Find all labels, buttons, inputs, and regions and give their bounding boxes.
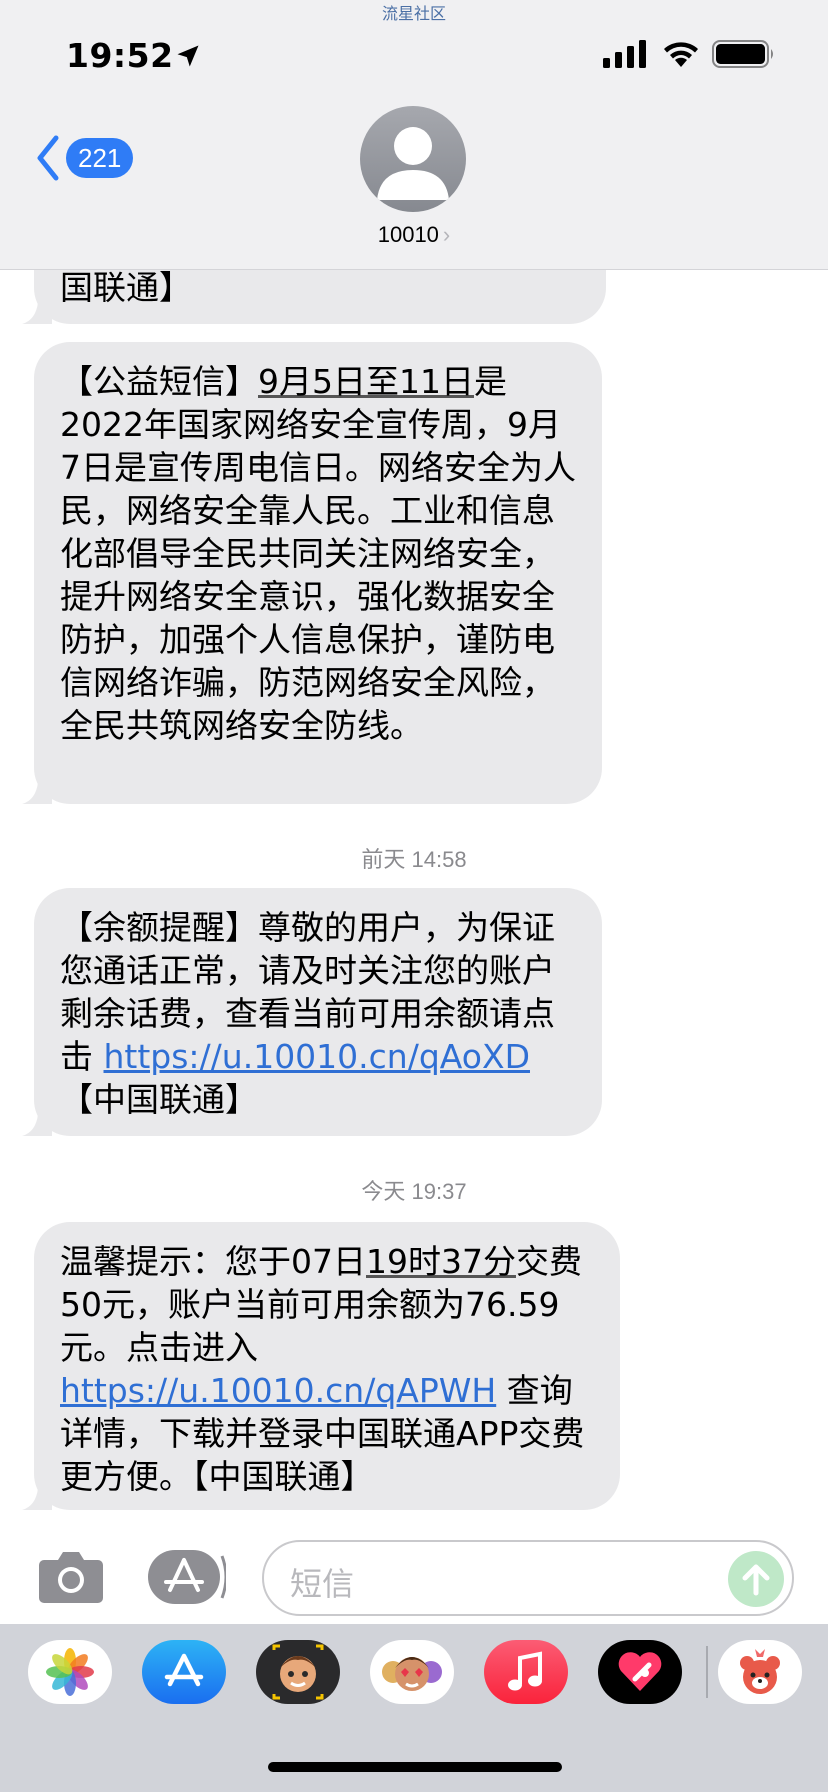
time-detected-text[interactable]: 19时37分 [366,1242,516,1281]
status-time: 19:52 [66,36,174,75]
contact-avatar[interactable] [360,106,466,212]
unread-count-badge: 221 [66,138,134,178]
message-timestamp: 前天 14:58 [361,847,467,872]
contact-name-button[interactable]: 10010 › [0,222,828,248]
cellular-signal-icon [603,40,646,68]
message-input[interactable]: 短信 [262,1540,794,1616]
wifi-icon [664,42,698,67]
chevron-left-icon [37,135,59,181]
conversation-header: 19:52 221 10010 › [0,0,828,270]
bubble-tail [22,1106,52,1136]
message-bubble[interactable]: 【公益短信】9月5日至11日是2022年国家网络安全宣传周，9月7日是宣传周电信… [22,342,602,804]
memoji-icon[interactable] [256,1640,340,1704]
message-bubble[interactable]: 温馨提示：您于07日19时37分交费50元，账户当前可用余额为76.59元。点击… [22,1222,620,1510]
watermark-text: 流星社区 [381,4,446,23]
person-silhouette-icon [377,127,449,200]
camera-icon[interactable] [38,1550,104,1604]
bubble-tail [22,1480,52,1510]
photos-icon[interactable] [28,1640,112,1704]
message-link[interactable]: https://u.10010.cn/qAoXD [104,1037,531,1076]
message-text: 国联通】 [60,268,192,307]
bear-sticker-icon[interactable] [718,1640,802,1704]
digital-touch-icon[interactable] [598,1640,682,1704]
bubble-tail [22,294,52,324]
arrow-up-icon [742,1564,770,1596]
app-store-icon[interactable] [142,1640,226,1704]
message-input-placeholder: 短信 [290,1565,355,1603]
message-suffix: 【中国联通】 [60,1080,258,1119]
chevron-right-icon: › [442,222,451,247]
message-timestamp: 今天 19:37 [361,1179,467,1204]
message-link[interactable]: https://u.10010.cn/qAPWH [60,1371,496,1410]
music-icon[interactable] [484,1640,568,1704]
date-detected-text[interactable]: 9月5日至11日 [258,362,474,401]
send-button[interactable] [728,1551,784,1607]
tray-divider [706,1646,708,1698]
bubble-tail [22,774,52,804]
back-button[interactable]: 221 [34,134,134,182]
app-store-button-icon[interactable] [148,1550,226,1604]
message-text-prefix: 温馨提示：您于07日 [60,1242,366,1281]
message-bubble[interactable]: 【余额提醒】尊敬的用户，为保证您通话正常，请及时关注您的账户剩余话费，查看当前可… [22,888,602,1136]
location-arrow-icon [177,45,199,67]
message-text-prefix: 【公益短信】 [60,362,258,401]
battery-icon [712,40,773,68]
animoji-icon[interactable] [370,1640,454,1704]
contact-name: 10010 [377,222,439,247]
message-text: 是2022年国家网络安全宣传周，9月7日是宣传周电信日。网络安全为人民，网络安全… [60,362,576,745]
home-indicator[interactable] [268,1762,562,1772]
